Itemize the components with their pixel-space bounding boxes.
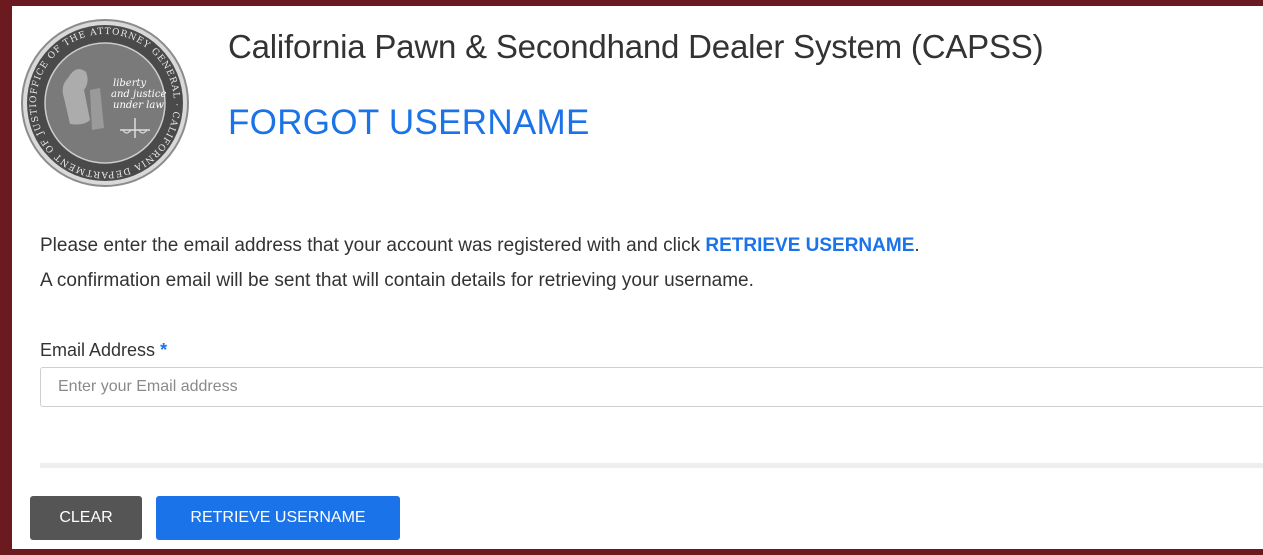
email-field[interactable] bbox=[40, 367, 1263, 407]
clear-button[interactable]: CLEAR bbox=[30, 496, 142, 540]
page-frame: OFFICE OF THE ATTORNEY GENERAL · CALIFOR… bbox=[12, 6, 1263, 549]
app-title: California Pawn & Secondhand Dealer Syst… bbox=[228, 28, 1044, 65]
form-divider bbox=[40, 463, 1263, 468]
instruction-text: Please enter the email address that your… bbox=[40, 235, 706, 256]
email-label: Email Address * bbox=[40, 340, 167, 361]
seal-motto-2: and justice bbox=[111, 89, 166, 100]
email-label-text: Email Address bbox=[40, 340, 156, 360]
instruction-line-1: Please enter the email address that your… bbox=[40, 235, 920, 257]
seal-motto-1: liberty bbox=[113, 78, 147, 89]
required-marker: * bbox=[160, 340, 168, 360]
instruction-period: . bbox=[914, 235, 920, 256]
seal-motto-3: under law bbox=[113, 100, 164, 111]
retrieve-username-button[interactable]: RETRIEVE USERNAME bbox=[156, 496, 400, 540]
attorney-general-seal-logo: OFFICE OF THE ATTORNEY GENERAL · CALIFOR… bbox=[20, 18, 189, 187]
page-title: FORGOT USERNAME bbox=[228, 103, 590, 142]
instruction-line-2: A confirmation email will be sent that w… bbox=[40, 270, 754, 291]
retrieve-username-inline-link: RETRIEVE USERNAME bbox=[705, 235, 915, 256]
